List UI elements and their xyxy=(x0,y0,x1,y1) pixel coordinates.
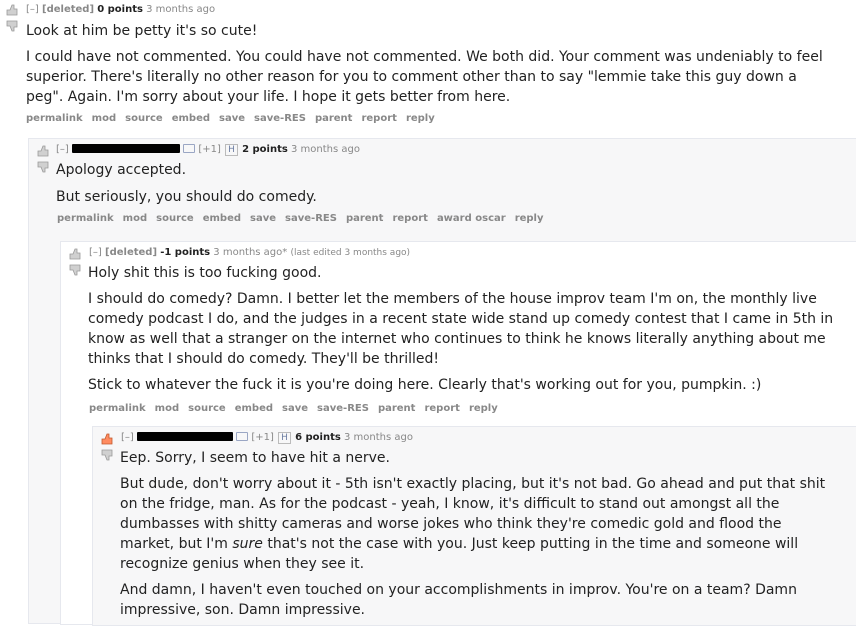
mod-button[interactable]: mod xyxy=(155,403,179,414)
embed-button[interactable]: embed xyxy=(235,403,273,414)
save-res-button[interactable]: save-RES xyxy=(317,403,369,414)
parent-button[interactable]: parent xyxy=(346,213,384,224)
upvote-icon[interactable] xyxy=(35,145,51,157)
collapse-toggle[interactable]: [–] xyxy=(56,144,69,155)
comment-paragraph: And damn, I haven't even touched on your… xyxy=(120,582,797,618)
save-button[interactable]: save xyxy=(219,113,245,124)
save-res-button[interactable]: save-RES xyxy=(254,113,306,124)
comment-paragraph: But dude, don't worry about it - 5th isn… xyxy=(120,474,835,574)
save-button[interactable]: save xyxy=(282,403,308,414)
comment-tagline: [–] [+1] H 2 points 3 months ago xyxy=(56,144,360,156)
comment-paragraph: Apology accepted. xyxy=(56,162,187,178)
comment-time: 3 months ago xyxy=(291,144,360,155)
comment-buttons: permalink mod source embed save save-RES paren… xyxy=(57,213,553,225)
comment-score: 0 points xyxy=(97,4,143,15)
edited-note: (last edited 3 months ago) xyxy=(290,248,411,258)
message-icon[interactable] xyxy=(236,432,249,441)
save-button[interactable]: save xyxy=(250,213,276,224)
comment-1: [–] [deleted] 0 points 3 months ago Look… xyxy=(0,0,856,130)
redacted-author xyxy=(72,144,180,153)
comment-paragraph: Stick to whatever the fuck it is you're … xyxy=(88,377,762,393)
collapse-toggle[interactable]: [–] xyxy=(89,247,102,258)
comment-body: Look at him be petty it's so cute! I cou… xyxy=(26,21,826,113)
comment-paragraph: Holy shit this is too fucking good. xyxy=(88,265,322,281)
parent-button[interactable]: parent xyxy=(315,113,353,124)
source-button[interactable]: source xyxy=(188,403,226,414)
comment-paragraph: I could have not commented. You could ha… xyxy=(26,49,823,105)
embed-button[interactable]: embed xyxy=(203,213,241,224)
comment-paragraph: I should do comedy? Damn. I better let t… xyxy=(88,291,834,367)
comment-paragraph: But seriously, you should do comedy. xyxy=(56,189,317,205)
comment-3: [–] [deleted] -1 points 3 months ago* (l… xyxy=(60,241,856,626)
source-button[interactable]: source xyxy=(125,113,163,124)
comment-buttons: permalink mod source embed save save-RES paren… xyxy=(89,403,507,415)
vote-weight: [+1] xyxy=(198,144,221,155)
comment-paragraph: Eep. Sorry, I seem to have hit a nerve. xyxy=(120,450,390,466)
award-oscar-button[interactable]: award oscar xyxy=(437,213,506,224)
upvote-icon[interactable] xyxy=(67,248,83,260)
comment-tagline: [–] [+1] H 6 points 3 months ago xyxy=(121,432,413,444)
mod-button[interactable]: mod xyxy=(92,113,116,124)
embed-button[interactable]: embed xyxy=(172,113,210,124)
comment-buttons: permalink mod source embed save save-RES paren… xyxy=(26,113,444,125)
collapse-toggle[interactable]: [–] xyxy=(26,4,39,15)
comment-body: Eep. Sorry, I seem to have hit a nerve. … xyxy=(120,448,835,626)
comment-paragraph: Look at him be petty it's so cute! xyxy=(26,23,258,39)
comment-score: -1 points xyxy=(160,247,211,258)
downvote-icon[interactable] xyxy=(35,161,51,173)
comment-author: [deleted] xyxy=(42,4,95,15)
reply-button[interactable]: reply xyxy=(406,113,435,124)
highlight-button[interactable]: H xyxy=(278,432,291,444)
permalink-button[interactable]: permalink xyxy=(57,213,114,224)
reply-button[interactable]: reply xyxy=(515,213,544,224)
vote-weight: [+1] xyxy=(251,432,274,443)
upvote-icon[interactable] xyxy=(99,433,115,445)
message-icon[interactable] xyxy=(183,144,196,153)
downvote-icon[interactable] xyxy=(67,264,83,276)
downvote-icon[interactable] xyxy=(99,449,115,461)
mod-button[interactable]: mod xyxy=(123,213,147,224)
report-button[interactable]: report xyxy=(361,113,396,124)
comment-tagline: [–] [deleted] -1 points 3 months ago* (l… xyxy=(89,247,410,259)
permalink-button[interactable]: permalink xyxy=(89,403,146,414)
downvote-icon[interactable] xyxy=(4,20,20,32)
upvote-icon[interactable] xyxy=(4,4,20,16)
comment-score: 2 points xyxy=(242,144,288,155)
emphasis-text: sure xyxy=(232,536,263,552)
save-res-button[interactable]: save-RES xyxy=(285,213,337,224)
comment-author: [deleted] xyxy=(105,247,158,258)
collapse-toggle[interactable]: [–] xyxy=(121,432,134,443)
comment-time: 3 months ago xyxy=(146,4,216,15)
comment-score: 6 points xyxy=(295,432,341,443)
report-button[interactable]: report xyxy=(424,403,459,414)
comment-time: 3 months ago xyxy=(344,432,413,443)
parent-button[interactable]: parent xyxy=(378,403,416,414)
redacted-author xyxy=(137,432,233,441)
highlight-button[interactable]: H xyxy=(225,144,238,156)
permalink-button[interactable]: permalink xyxy=(26,113,83,124)
comment-body: Apology accepted. But seriously, you sho… xyxy=(56,160,846,213)
comment-body: Holy shit this is too fucking good. I sh… xyxy=(88,263,838,401)
reply-button[interactable]: reply xyxy=(469,403,498,414)
source-button[interactable]: source xyxy=(156,213,194,224)
comment-2: [–] [+1] H 2 points 3 months ago Apology… xyxy=(28,138,856,626)
comment-4: [–] [+1] H 6 points 3 months ago Eep. So… xyxy=(92,426,856,626)
report-button[interactable]: report xyxy=(392,213,427,224)
comment-time: 3 months ago* xyxy=(213,247,288,258)
comment-tagline: [–] [deleted] 0 points 3 months ago xyxy=(26,4,215,16)
